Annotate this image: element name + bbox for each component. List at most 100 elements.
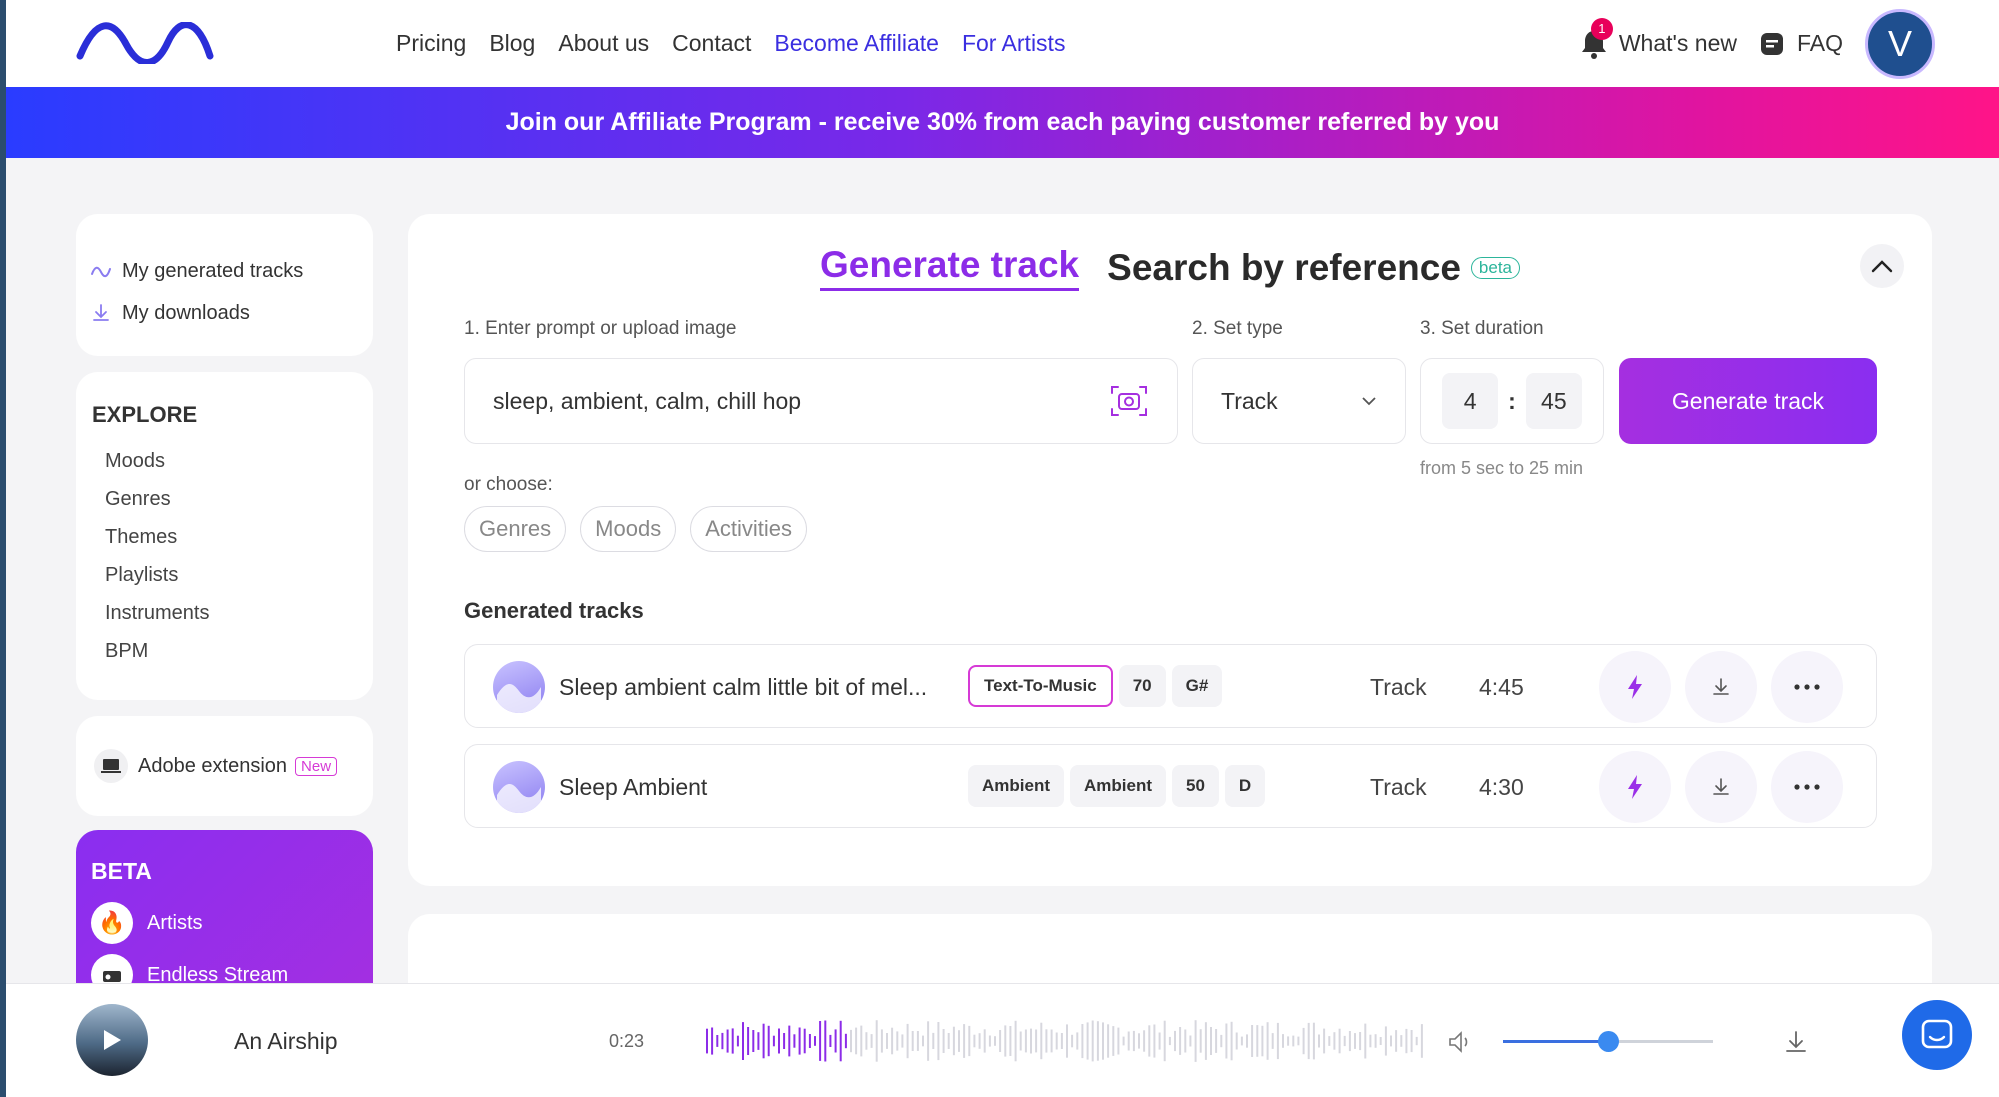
sidebar-item-themes[interactable]: Themes: [92, 518, 357, 556]
waveform-bar: [814, 1036, 816, 1046]
waveform-bar: [1271, 1033, 1274, 1049]
nav-become-affiliate[interactable]: Become Affiliate: [774, 30, 939, 57]
whats-new-label: What's new: [1618, 30, 1737, 56]
track-thumbnail[interactable]: [493, 661, 545, 713]
waveform-bar: [937, 1022, 940, 1061]
waveform-bar: [994, 1036, 996, 1046]
sidebar-item-genres[interactable]: Genres: [92, 480, 357, 518]
track-row[interactable]: Sleep Ambient Ambient Ambient 50 D Track…: [464, 744, 1877, 828]
adobe-extension-label: Adobe extension: [138, 754, 288, 777]
waveform-bar: [1194, 1020, 1197, 1062]
waveform-bar: [1153, 1024, 1156, 1058]
sidebar-item-my-downloads[interactable]: My downloads: [90, 292, 359, 334]
affiliate-banner[interactable]: Join our Affiliate Program - receive 30%…: [6, 87, 1999, 158]
waveform-bar: [911, 1031, 914, 1051]
top-header: Pricing Blog About us Contact Become Aff…: [6, 0, 1999, 87]
prompt-input[interactable]: sleep, ambient, calm, chill hop: [464, 358, 1178, 444]
waveform-bar: [1256, 1025, 1259, 1057]
prompt-value: sleep, ambient, calm, chill hop: [493, 387, 802, 414]
waveform-bar: [1035, 1029, 1038, 1053]
brand-logo-icon[interactable]: [76, 22, 214, 64]
waveform-bar: [1132, 1030, 1135, 1052]
waveform-bar: [803, 1028, 806, 1054]
waveform-seekbar[interactable]: [706, 1016, 1426, 1066]
sidebar-item-bpm[interactable]: BPM: [92, 632, 357, 670]
nav-about-us[interactable]: About us: [558, 30, 649, 57]
volume-slider[interactable]: [1503, 1031, 1713, 1052]
download-button[interactable]: [1685, 751, 1757, 823]
track-tags: Text-To-Music 70 G#: [968, 665, 1223, 707]
sidebar-item-artists[interactable]: 🔥 Artists: [91, 897, 358, 949]
more-options-button[interactable]: [1771, 651, 1843, 723]
waveform-bar: [932, 1032, 935, 1049]
waveform-bar: [747, 1027, 750, 1055]
step1-label: 1. Enter prompt or upload image: [464, 318, 737, 339]
tag-genre: Ambient: [968, 765, 1064, 807]
sidebar-item-playlists[interactable]: Playlists: [92, 556, 357, 594]
waveform-bar: [1122, 1036, 1125, 1046]
waveform-bar: [1390, 1035, 1392, 1047]
waveform-bar: [860, 1025, 863, 1057]
waveform-bar: [1060, 1033, 1063, 1049]
nav-blog[interactable]: Blog: [489, 30, 535, 57]
collapse-button[interactable]: [1860, 244, 1904, 288]
track-name[interactable]: Sleep ambient calm little bit of mel...: [559, 645, 927, 729]
chat-support-button[interactable]: [1902, 1000, 1972, 1070]
nav-pricing[interactable]: Pricing: [396, 30, 466, 57]
step2-label: 2. Set type: [1192, 318, 1283, 339]
sidebar-adobe-extension[interactable]: Adobe extension New: [76, 716, 373, 816]
track-duration: 4:30: [1479, 774, 1524, 800]
track-row[interactable]: Sleep ambient calm little bit of mel... …: [464, 644, 1877, 728]
wave-icon: [91, 266, 111, 278]
duration-seconds[interactable]: 45: [1525, 373, 1582, 429]
tag-bpm: 50: [1172, 765, 1219, 807]
whats-new-button[interactable]: 1 What's new: [1579, 17, 1737, 60]
waveform-bar: [865, 1032, 868, 1050]
waveform-bar: [1318, 1034, 1320, 1048]
faq-icon: [1760, 32, 1783, 55]
nav-for-artists[interactable]: For Artists: [962, 30, 1066, 57]
faq-label: FAQ: [1796, 30, 1843, 56]
tab-search-by-reference[interactable]: Search by reference beta: [1107, 247, 1520, 289]
chip-activities[interactable]: Activities: [690, 506, 807, 552]
track-thumbnail[interactable]: [493, 761, 545, 813]
volume-knob[interactable]: [1598, 1031, 1619, 1052]
download-button[interactable]: [1685, 651, 1757, 723]
volume-icon[interactable]: [1446, 1028, 1474, 1056]
faq-button[interactable]: FAQ: [1759, 30, 1843, 57]
waveform-bar: [1282, 1034, 1284, 1048]
track-name[interactable]: Sleep Ambient: [559, 745, 707, 829]
waveform-bar: [1307, 1022, 1310, 1060]
type-select[interactable]: Track: [1192, 358, 1406, 444]
waveform-bar: [752, 1030, 755, 1052]
waveform-bar: [901, 1034, 904, 1048]
duration-minutes[interactable]: 4: [1442, 373, 1499, 429]
download-icon[interactable]: [1782, 1028, 1810, 1056]
main-nav: Pricing Blog About us Contact Become Aff…: [396, 0, 1065, 87]
generator-panel: Generate track Search by reference beta …: [408, 214, 1932, 886]
player-track-title[interactable]: An Airship: [234, 984, 338, 1097]
boost-button[interactable]: [1599, 651, 1671, 723]
tag-mood: Ambient: [1070, 765, 1166, 807]
sidebar-item-instruments[interactable]: Instruments: [92, 594, 357, 632]
sidebar-item-my-generated-tracks[interactable]: My generated tracks: [90, 250, 359, 292]
lightning-icon: [1628, 775, 1642, 799]
waveform-bar: [793, 1034, 796, 1048]
camera-upload-icon[interactable]: [1109, 383, 1149, 419]
boost-button[interactable]: [1599, 751, 1671, 823]
waveform-bar: [844, 1033, 847, 1049]
explore-title: EXPLORE: [92, 402, 198, 427]
sidebar-item-moods[interactable]: Moods: [92, 442, 357, 480]
chip-moods[interactable]: Moods: [580, 506, 677, 552]
chip-genres[interactable]: Genres: [464, 506, 567, 552]
waveform-bar: [1343, 1035, 1346, 1047]
duration-hint: from 5 sec to 25 min: [1420, 458, 1584, 478]
more-options-button[interactable]: [1771, 751, 1843, 823]
generate-track-button[interactable]: Generate track: [1619, 358, 1877, 444]
track-duration: 4:45: [1479, 674, 1524, 700]
fire-icon: 🔥: [91, 902, 133, 944]
nav-contact[interactable]: Contact: [672, 30, 751, 57]
tab-generate-track[interactable]: Generate track: [819, 244, 1080, 291]
user-avatar[interactable]: V: [1865, 8, 1935, 79]
play-button[interactable]: [76, 1004, 148, 1076]
